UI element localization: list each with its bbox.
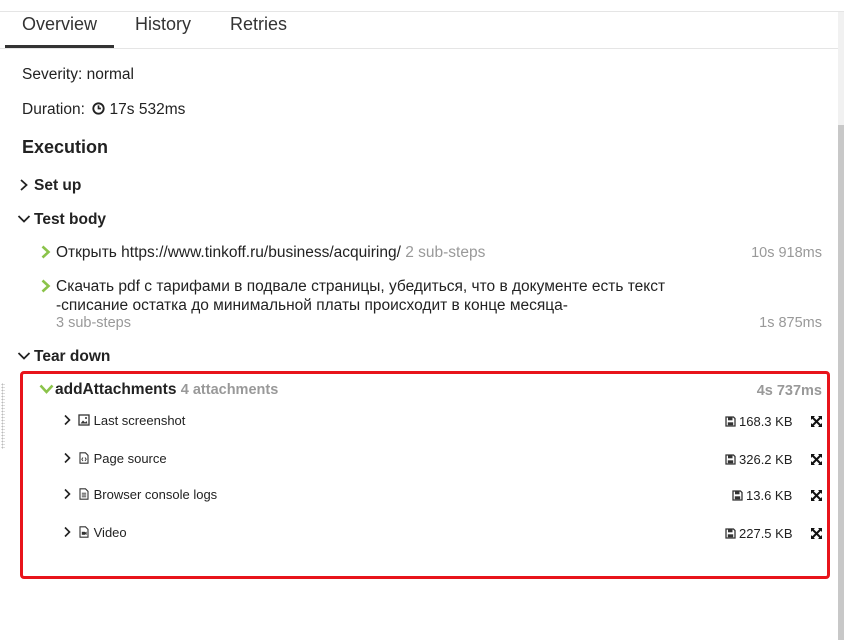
add-attachments-duration: 4s 737ms — [756, 383, 822, 399]
attachment-name: Last screenshot — [93, 413, 186, 428]
save-icon — [725, 415, 736, 427]
fullscreen-icon[interactable] — [810, 489, 823, 502]
attachment-row[interactable]: Last screenshot — [62, 413, 185, 433]
fullscreen-icon[interactable] — [810, 415, 823, 428]
attachment-size-value: 13.6 KB — [746, 488, 793, 503]
image-file-icon — [77, 414, 90, 426]
section-test-body-label: Test body — [34, 211, 107, 228]
fullscreen-icon[interactable] — [810, 527, 823, 540]
step-open-url-duration: 10s 918ms — [751, 245, 822, 261]
fullscreen-icon[interactable] — [810, 453, 823, 466]
add-attachments-name: addAttachments — [55, 381, 177, 398]
step-download-pdf-duration: 1s 875ms — [759, 315, 822, 331]
save-icon — [725, 453, 736, 465]
step-open-url[interactable]: Открыть https://www.tinkoff.ru/business/… — [39, 244, 485, 262]
section-tear-down[interactable]: Tear down — [17, 348, 110, 366]
section-setup-label: Set up — [34, 177, 82, 194]
pane-resize-handle[interactable] — [1, 383, 5, 449]
save-icon — [725, 527, 736, 539]
attachment-name: Video — [93, 525, 127, 540]
video-file-icon — [78, 526, 90, 538]
duration-row: Duration: 17s 532ms — [22, 101, 185, 119]
step-download-pdf-substeps: 3 sub-steps — [56, 315, 131, 331]
attachment-size-value: 227.5 KB — [739, 526, 793, 541]
save-icon — [732, 489, 743, 501]
step-download-pdf-line2: -списание остатка до минимальной платы п… — [56, 297, 568, 314]
chevron-right-icon — [17, 178, 31, 192]
duration-value: 17s 532ms — [109, 101, 186, 118]
tab-overview[interactable]: Overview — [5, 14, 114, 48]
attachment-size: 326.2 KB — [725, 452, 793, 467]
chevron-down-icon — [39, 382, 54, 396]
section-setup[interactable]: Set up — [17, 177, 81, 195]
attachment-size: 168.3 KB — [725, 414, 793, 429]
step-open-url-substeps: 2 sub-steps — [405, 244, 486, 261]
scrollbar-thumb[interactable] — [838, 125, 844, 640]
code-file-icon — [78, 452, 90, 464]
attachment-row[interactable]: Page source — [62, 451, 167, 471]
step-download-pdf-line1: Скачать pdf с тарифами в подвале страниц… — [56, 278, 666, 295]
chevron-right-icon — [64, 488, 71, 500]
attachment-row[interactable]: Browser console logs — [62, 487, 217, 507]
attachment-name: Page source — [93, 451, 167, 466]
tab-bar: Overview History Retries — [0, 0, 838, 49]
step-download-pdf[interactable]: Скачать pdf с тарифами в подвале страниц… — [39, 278, 665, 296]
text-file-icon — [78, 488, 90, 500]
chevron-right-icon — [64, 452, 71, 464]
attachment-size-value: 326.2 KB — [739, 452, 793, 467]
highlight-box — [20, 371, 830, 579]
attachment-name: Browser console logs — [93, 487, 218, 502]
step-add-attachments[interactable]: addAttachments 4 attachments — [39, 381, 278, 399]
add-attachments-count: 4 attachments — [180, 382, 279, 398]
step-open-url-text: Открыть https://www.tinkoff.ru/business/… — [56, 244, 401, 261]
attachment-row[interactable]: Video — [62, 525, 127, 545]
chevron-right-icon — [39, 245, 53, 259]
chevron-down-icon — [17, 349, 31, 363]
duration-label: Duration: — [22, 101, 85, 118]
tab-history[interactable]: History — [135, 14, 191, 35]
chevron-right-icon — [64, 414, 71, 426]
clock-icon — [89, 101, 109, 118]
chevron-right-icon — [39, 279, 53, 293]
severity-text: Severity: normal — [22, 66, 134, 83]
attachment-size: 227.5 KB — [725, 526, 793, 541]
attachment-size-value: 168.3 KB — [739, 414, 793, 429]
execution-heading: Execution — [22, 137, 109, 157]
section-test-body[interactable]: Test body — [17, 211, 106, 229]
chevron-right-icon — [64, 526, 71, 538]
tab-retries[interactable]: Retries — [230, 14, 287, 35]
chevron-down-icon — [17, 212, 31, 226]
attachment-size: 13.6 KB — [732, 488, 792, 503]
section-tear-down-label: Tear down — [34, 348, 111, 365]
